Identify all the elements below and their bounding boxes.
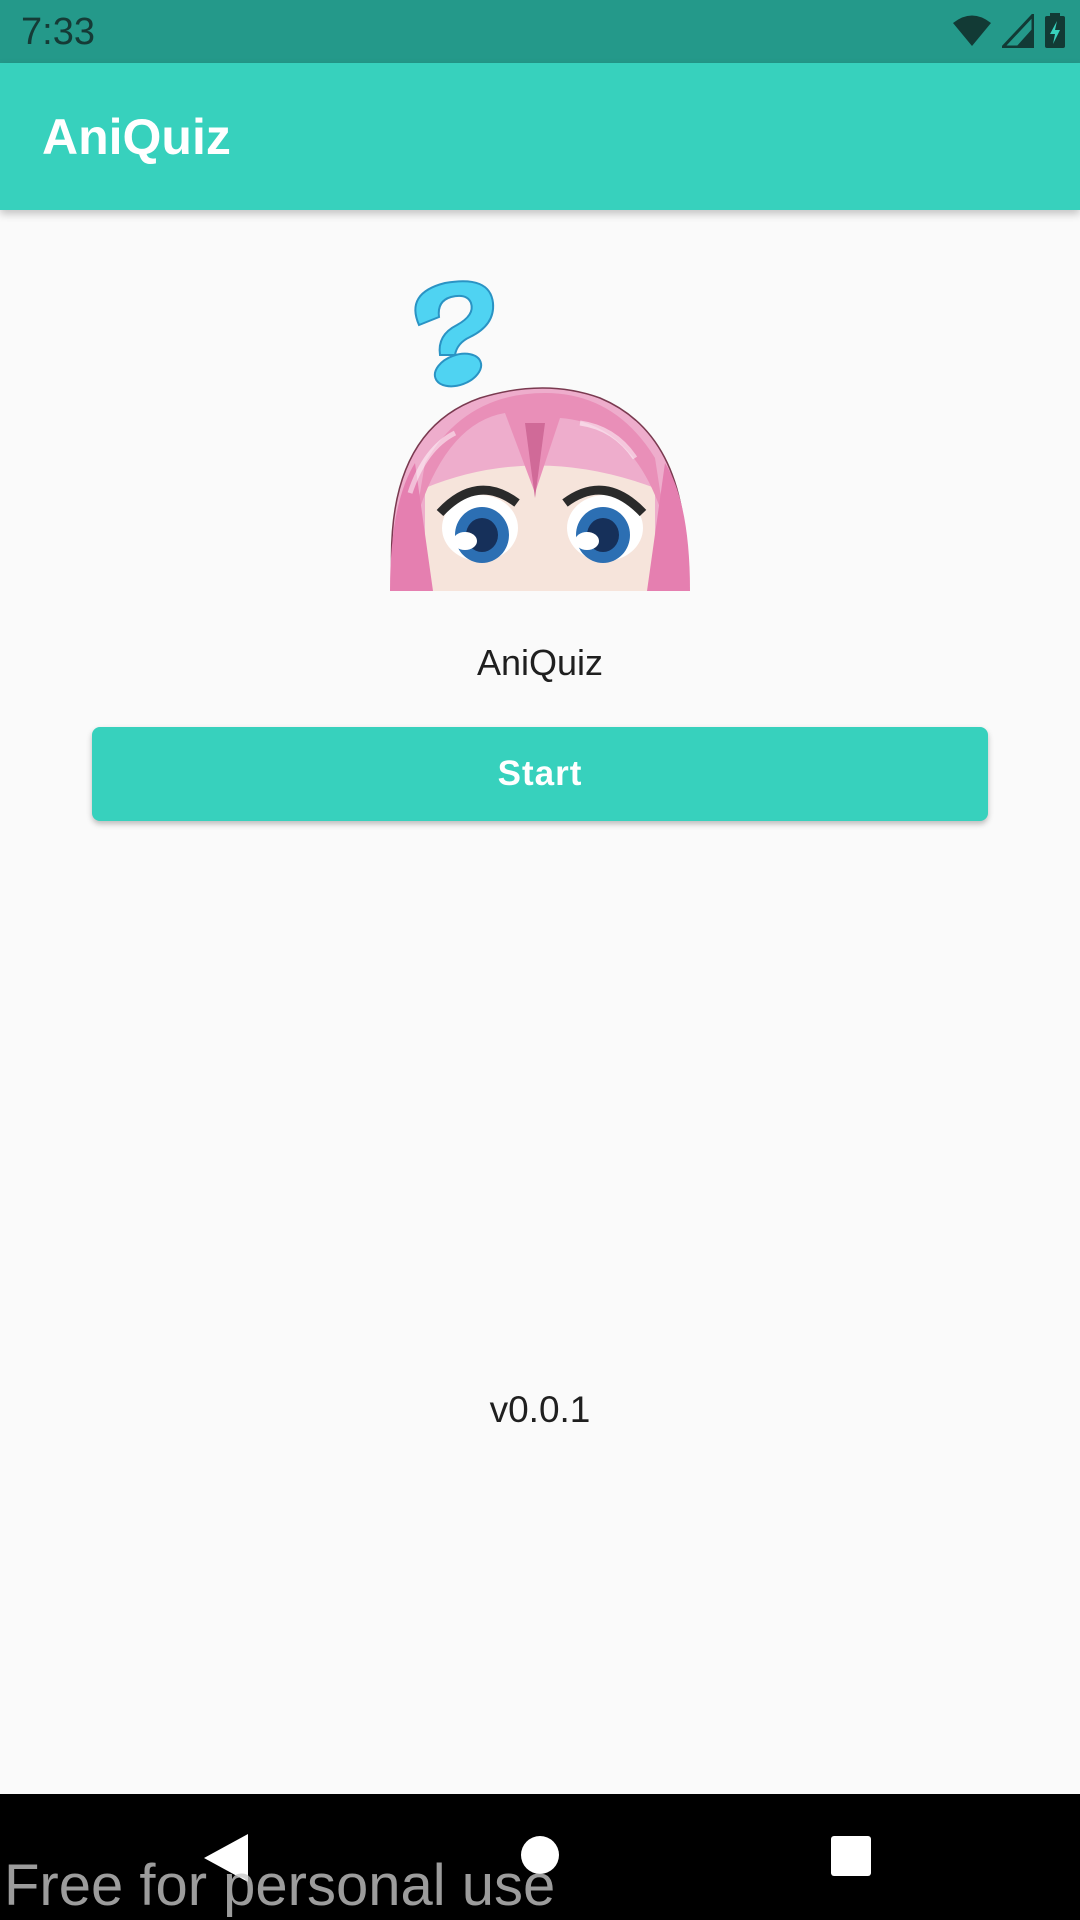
- wifi-icon: [953, 15, 991, 46]
- start-button[interactable]: Start: [92, 727, 988, 821]
- question-mark-icon: [414, 280, 495, 388]
- status-bar: 7:33: [0, 0, 1080, 63]
- status-time: 7:33: [21, 11, 95, 53]
- recents-icon[interactable]: [831, 1836, 871, 1876]
- cellular-signal-icon: [1002, 14, 1034, 48]
- anime-girl-face: [390, 387, 690, 591]
- battery-charging-icon: [1045, 13, 1065, 48]
- app-bar: AniQuiz: [0, 63, 1080, 210]
- mascot-image: [390, 280, 690, 591]
- status-icons: [952, 13, 1066, 49]
- app-bar-title: AniQuiz: [42, 109, 231, 165]
- home-title: AniQuiz: [476, 642, 604, 683]
- watermark: Free for personal use: [4, 1853, 556, 1918]
- version-label: v0.0.1: [489, 1389, 591, 1430]
